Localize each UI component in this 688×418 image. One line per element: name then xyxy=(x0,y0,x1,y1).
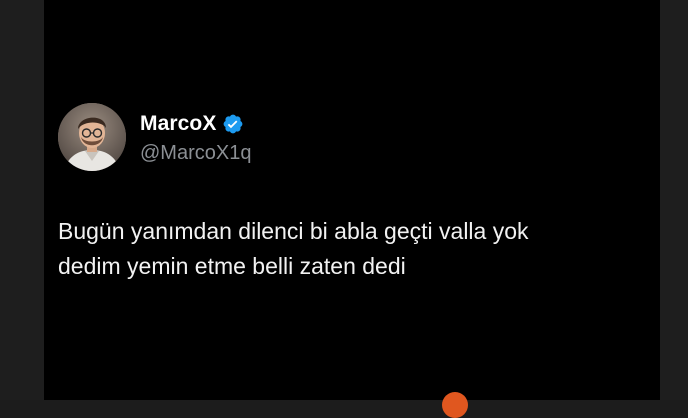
tweet-card: MarcoX @MarcoX1q Bugün yanımdan dilenci … xyxy=(44,0,660,418)
user-handle[interactable]: @MarcoX1q xyxy=(140,142,251,165)
user-photo-icon[interactable] xyxy=(58,103,126,171)
tweet-text: Bugün yanımdan dilenci bi abla geçti val… xyxy=(58,214,648,284)
right-frame xyxy=(660,0,688,400)
tweet-text-line: Bugün yanımdan dilenci bi abla geçti val… xyxy=(58,218,529,244)
left-frame xyxy=(0,0,44,400)
partial-icon xyxy=(442,392,468,418)
verified-badge-icon xyxy=(222,113,244,135)
tweet-text-line: dedim yemin etme belli zaten dedi xyxy=(58,253,406,279)
display-name-row: MarcoX xyxy=(140,112,244,136)
display-name[interactable]: MarcoX xyxy=(140,112,216,136)
